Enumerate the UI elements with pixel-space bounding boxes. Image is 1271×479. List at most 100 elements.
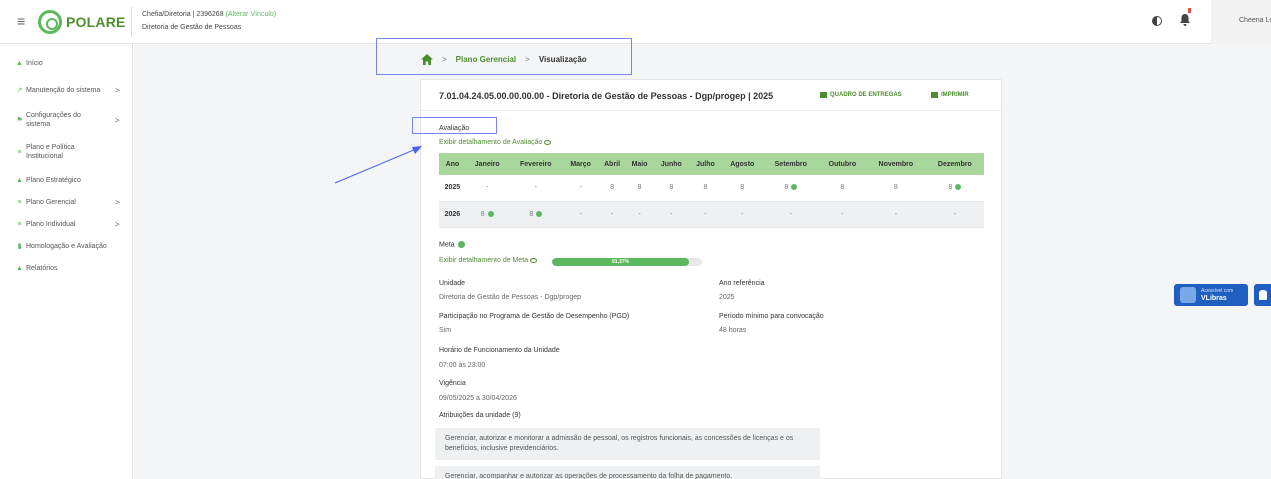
- notification-badge: [1187, 7, 1192, 14]
- grid-icon: [820, 92, 827, 98]
- notification-bell-icon[interactable]: [1180, 14, 1190, 28]
- attribution-item: Gerenciar, autorizar e monitorar a admis…: [435, 428, 820, 460]
- sidebar-item-label: Homologação e Avaliação: [26, 242, 107, 250]
- table-cell: -: [763, 201, 819, 228]
- sidebar-item-plano-individual[interactable]: ≡ Plano Individual >: [0, 219, 133, 229]
- vlibras-widget[interactable]: Acessível com VLibras: [1174, 284, 1248, 306]
- status-dot-icon[interactable]: [791, 184, 798, 191]
- cell-value: -: [894, 210, 898, 218]
- table-header-row: Ano Janeiro Fevereiro Março Abril Maio J…: [439, 153, 984, 175]
- periodo-label: Período mínimo para convocação: [719, 313, 824, 320]
- table-cell: 8: [465, 201, 509, 228]
- table-cell: -: [598, 201, 626, 228]
- col-header: Fevereiro: [508, 153, 563, 175]
- vigencia-value: 09/05/2025 a 30/04/2026: [439, 395, 517, 402]
- contrast-toggle-icon[interactable]: [1152, 16, 1162, 26]
- table-cell: 8: [925, 175, 984, 202]
- col-header: Abril: [598, 153, 626, 175]
- sidebar-item-manutencao[interactable]: ↗ Manutenção do sistema >: [0, 80, 133, 100]
- table-cell: 8: [818, 175, 867, 202]
- table-cell: 8: [653, 175, 690, 202]
- table-cell: -: [465, 175, 509, 202]
- list-icon: ≡: [17, 198, 22, 206]
- list-icon: ≡: [17, 220, 22, 228]
- meta-progress-bar: 91,37%: [552, 258, 702, 266]
- quadro-entregas-button[interactable]: QUADRO DE ENTREGAS: [820, 92, 902, 98]
- table-cell: -: [508, 175, 563, 202]
- table-cell: 8: [625, 175, 654, 202]
- meta-detail-label: Exibir detalhamento de Meta: [439, 257, 529, 264]
- cell-value: 8: [840, 184, 845, 192]
- pgd-value: Sim: [439, 327, 452, 334]
- polare-logo[interactable]: POLARE: [38, 10, 126, 34]
- top-header: ≡ POLARE Chefia/Diretoria | 2396268 (Alt…: [0, 0, 1271, 44]
- header-divider: [131, 7, 132, 37]
- cell-value: 8: [703, 184, 708, 192]
- sidebar-item-inicio[interactable]: ▲ Início: [0, 58, 133, 68]
- year-cell: 2025: [439, 175, 466, 202]
- sidebar-item-label: Manutenção do sistema: [26, 86, 101, 94]
- change-role-link[interactable]: (Alterar Vínculo): [226, 11, 277, 18]
- table-cell: -: [925, 201, 984, 228]
- ano-referencia-value: 2025: [719, 294, 735, 301]
- meta-progress-fill: 91,37%: [552, 258, 690, 266]
- print-button[interactable]: IMPRIMIR: [931, 92, 969, 98]
- sidebar-item-plano-estrategico[interactable]: ▲ Plano Estratégico: [0, 175, 133, 185]
- sidebar-item-label: Configurações do sistema: [26, 112, 81, 128]
- col-header: Julho: [689, 153, 722, 175]
- col-header: Ano: [439, 153, 466, 175]
- vlibras-avatar-icon: [1180, 287, 1196, 303]
- col-header: Outubro: [818, 153, 867, 175]
- info-icon[interactable]: [457, 241, 465, 248]
- table-cell: -: [562, 175, 599, 202]
- annotation-box-evaluation: [412, 117, 497, 134]
- col-header: Setembro: [763, 153, 819, 175]
- status-dot-icon[interactable]: [536, 210, 543, 217]
- sidebar-item-label: Relatórios: [26, 264, 58, 272]
- atribuicoes-label: Atribuições da unidade (9): [439, 412, 521, 419]
- vlibras-hand-icon[interactable]: [1254, 284, 1271, 306]
- status-dot-icon[interactable]: [955, 184, 962, 191]
- vigencia-label: Vigência: [439, 380, 466, 387]
- col-header: Novembro: [866, 153, 926, 175]
- evaluation-table-body: 2025 - - - 8 8 8 8 8 8 8 8 8 2026 8 8 - - - - - - - - - -: [439, 175, 984, 228]
- sidebar-item-plano-gerencial[interactable]: ≡ Plano Gerencial >: [0, 197, 133, 207]
- unidade-label: Unidade: [439, 280, 466, 287]
- col-header: Agosto: [721, 153, 763, 175]
- table-row: 2026 8 8 - - - - - - - - - -: [439, 201, 984, 228]
- evaluation-table: Ano Janeiro Fevereiro Março Abril Maio J…: [439, 153, 984, 228]
- table-cell: 8: [508, 201, 563, 228]
- annotation-box-breadcrumb: [376, 38, 632, 75]
- table-row: 2025 - - - 8 8 8 8 8 8 8 8 8: [439, 175, 984, 202]
- sidebar-item-plano-politica[interactable]: ≡ Plano e Política Institucional: [0, 142, 133, 162]
- sidebar-item-configuracoes[interactable]: ⚑ Configurações do sistema >: [0, 110, 133, 130]
- cell-value: 8: [740, 184, 745, 192]
- table-cell: -: [625, 201, 654, 228]
- cell-value: 8: [610, 184, 615, 192]
- role-line: Chefia/Diretoria | 2396268 (Alterar Vínc…: [142, 11, 276, 18]
- status-dot-icon[interactable]: [487, 210, 494, 217]
- chevron-right-icon: >: [115, 115, 120, 125]
- eye-icon: [544, 139, 552, 145]
- table-cell: 8: [866, 175, 926, 202]
- vlibras-line2: VLibras: [1201, 295, 1227, 302]
- sidebar-item-label: Plano e Política Institucional: [26, 144, 75, 160]
- cell-value: 8: [669, 184, 674, 192]
- annotation-arrow-icon: [334, 146, 422, 184]
- evaluation-detail-link[interactable]: Exibir detalhamento de Avaliação: [439, 139, 552, 146]
- role-text: Chefia/Diretoria | 2396268: [142, 11, 224, 18]
- cell-value: -: [704, 210, 707, 218]
- hamburger-menu-icon[interactable]: ≡: [17, 14, 25, 28]
- quadro-entregas-label: QUADRO DE ENTREGAS: [830, 92, 902, 98]
- user-menu[interactable]: Cheena Lope: [1211, 0, 1271, 44]
- wrench-icon: ↗: [16, 87, 23, 94]
- meta-detail-link[interactable]: Exibir detalhamento de Meta: [439, 257, 538, 264]
- ano-referencia-label: Ano referência: [719, 280, 765, 287]
- table-cell: 8: [598, 175, 626, 202]
- sidebar-item-homologacao[interactable]: ▮ Homologação e Avaliação: [0, 241, 133, 251]
- cell-value: -: [610, 210, 614, 218]
- periodo-value: 48 horas: [719, 327, 747, 334]
- pgd-label: Participação no Programa de Gestão de De…: [439, 313, 630, 320]
- cell-value: 8: [893, 184, 898, 192]
- sidebar-item-relatorios[interactable]: ▲ Relatórios: [0, 263, 133, 273]
